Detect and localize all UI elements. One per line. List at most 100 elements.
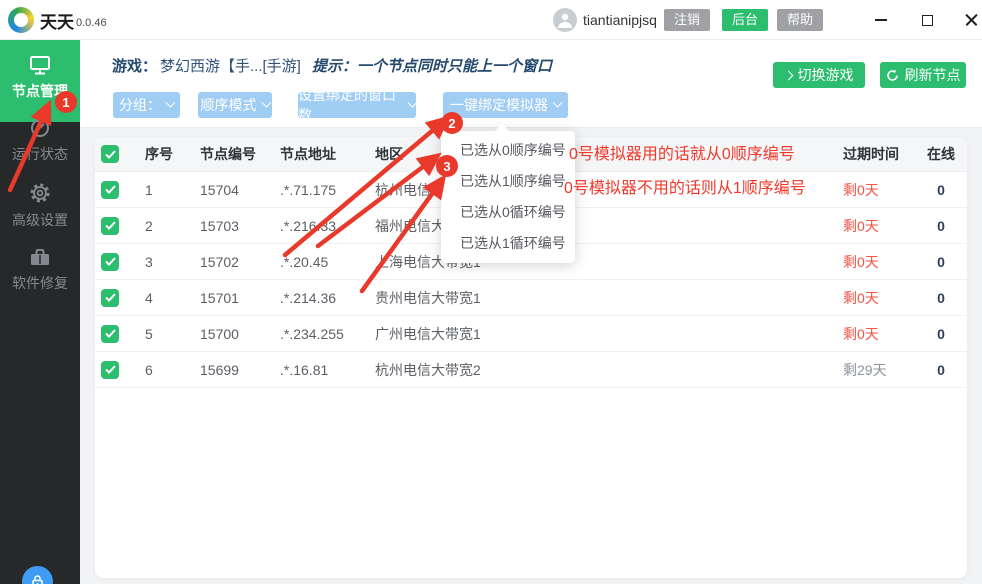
sidebar-item-label: 高级设置: [12, 212, 68, 228]
main-header: 游戏： 梦幻西游【手...[手游] 提示：一个节点同时只能上一个窗口 分组： 顺…: [80, 40, 982, 128]
app-logo-icon: [8, 7, 34, 33]
chevron-right-icon: [783, 70, 793, 80]
header-seq: 序号: [145, 144, 200, 164]
logout-button[interactable]: 注销: [664, 9, 710, 31]
user-avatar-icon: [553, 8, 577, 32]
title-bar: 天天 0.0.46 tiantianipjsq 注销 后台 帮助: [0, 0, 982, 40]
header-node-addr: 节点地址: [280, 144, 375, 164]
cell-seq: 5: [145, 326, 200, 342]
cell-expire: 剩0天: [843, 216, 915, 236]
window-minimize-button[interactable]: [862, 0, 900, 40]
cell-node-id: 15702: [200, 254, 280, 270]
order-mode-label: 顺序模式: [201, 95, 257, 115]
gauge-icon: [30, 118, 50, 138]
cell-node-addr: .*.234.255: [280, 326, 375, 342]
tip-text: 提示：一个节点同时只能上一个窗口: [312, 55, 552, 76]
cell-online: 0: [915, 362, 967, 378]
cell-node-id: 15700: [200, 326, 280, 342]
row-checkbox[interactable]: [101, 325, 119, 343]
sidebar-item-label: 软件修复: [12, 275, 68, 291]
row-checkbox[interactable]: [101, 253, 119, 271]
cell-region: 广州电信大带宽1: [375, 324, 843, 344]
row-checkbox[interactable]: [101, 361, 119, 379]
chevron-down-icon: [166, 97, 176, 107]
cell-expire: 剩0天: [843, 180, 915, 200]
bind-emulator-dropdown-button[interactable]: 一键绑定模拟器: [443, 92, 568, 118]
bind-emulator-label: 一键绑定模拟器: [450, 95, 548, 115]
row-checkbox[interactable]: [101, 217, 119, 235]
dropdown-item-seq-from-1[interactable]: 已选从1顺序编号: [441, 166, 575, 197]
dropdown-item-loop-from-0[interactable]: 已选从0循环编号: [441, 197, 575, 228]
window-count-label: 设置绑定的窗口数: [298, 85, 403, 125]
lock-button[interactable]: [22, 566, 53, 584]
chevron-down-icon: [553, 97, 563, 107]
sidebar-item-advanced-settings[interactable]: 高级设置: [0, 182, 80, 230]
refresh-icon: [886, 69, 899, 82]
check-icon: [105, 185, 116, 194]
switch-game-label: 切换游戏: [798, 65, 854, 85]
row-checkbox[interactable]: [101, 181, 119, 199]
refresh-nodes-button[interactable]: 刷新节点: [880, 62, 966, 88]
cell-expire: 剩0天: [843, 324, 915, 344]
cell-node-addr: .*.16.81: [280, 362, 375, 378]
order-mode-dropdown-button[interactable]: 顺序模式: [198, 92, 272, 118]
check-icon: [105, 365, 116, 374]
cell-seq: 3: [145, 254, 200, 270]
cell-region: 杭州电信大带宽2: [375, 360, 843, 380]
switch-game-button[interactable]: 切换游戏: [773, 62, 865, 88]
window-count-dropdown-button[interactable]: 设置绑定的窗口数: [298, 92, 416, 118]
cell-seq: 4: [145, 290, 200, 306]
maximize-icon: [922, 15, 933, 26]
cell-node-addr: .*.214.36: [280, 290, 375, 306]
cell-region: 贵州电信大带宽1: [375, 288, 843, 308]
chevron-down-icon: [408, 97, 418, 107]
chevron-down-icon: [261, 97, 271, 107]
select-all-checkbox[interactable]: [101, 145, 119, 163]
check-icon: [105, 221, 116, 230]
check-icon: [105, 257, 116, 266]
row-checkbox[interactable]: [101, 289, 119, 307]
window-maximize-button[interactable]: [908, 0, 946, 40]
cell-seq: 2: [145, 218, 200, 234]
sidebar-item-software-repair[interactable]: 软件修复: [0, 247, 80, 293]
header-online: 在线: [915, 144, 967, 164]
game-label: 游戏：: [112, 55, 157, 76]
sidebar-item-label: 运行状态: [12, 146, 68, 162]
dropdown-item-seq-from-0[interactable]: 已选从0顺序编号: [441, 135, 575, 166]
sidebar-item-run-status[interactable]: 运行状态: [0, 118, 80, 164]
cell-node-id: 15701: [200, 290, 280, 306]
cell-online: 0: [915, 218, 967, 234]
cell-online: 0: [915, 254, 967, 270]
dropdown-item-loop-from-1[interactable]: 已选从1循环编号: [441, 228, 575, 259]
table-row[interactable]: 6 15699 .*.16.81 杭州电信大带宽2 剩29天 0: [95, 352, 967, 388]
help-button[interactable]: 帮助: [777, 9, 823, 31]
gear-icon: [29, 182, 51, 204]
step-badge-2: 2: [441, 112, 463, 134]
cell-node-addr: .*.216.33: [280, 218, 375, 234]
close-icon: [965, 14, 978, 27]
refresh-nodes-label: 刷新节点: [905, 65, 961, 85]
group-dropdown-label: 分组：: [119, 95, 161, 115]
backend-button[interactable]: 后台: [722, 9, 768, 31]
app-name: 天天: [40, 8, 74, 33]
header-expire: 过期时间: [843, 144, 915, 164]
cell-node-id: 15704: [200, 182, 280, 198]
header-node-id: 节点编号: [200, 144, 280, 164]
check-icon: [105, 329, 116, 338]
bind-emulator-dropdown-menu: 已选从0顺序编号 已选从1顺序编号 已选从0循环编号 已选从1循环编号: [441, 131, 575, 263]
group-dropdown-button[interactable]: 分组：: [113, 92, 180, 118]
window-close-button[interactable]: [952, 0, 982, 40]
cell-seq: 6: [145, 362, 200, 378]
cell-node-addr: .*.71.175: [280, 182, 375, 198]
monitor-icon: [29, 55, 51, 75]
sidebar: 节点管理 运行状态 高级设置 软件修复: [0, 40, 80, 584]
username-label: tiantianipjsq: [583, 12, 657, 28]
step-badge-1: 1: [55, 91, 77, 113]
minimize-icon: [875, 19, 887, 21]
table-row[interactable]: 4 15701 .*.214.36 贵州电信大带宽1 剩0天 0: [95, 280, 967, 316]
app-version: 0.0.46: [76, 17, 107, 29]
annotation-note-2: 0号模拟器不用的话则从1顺序编号: [564, 174, 806, 198]
table-row[interactable]: 5 15700 .*.234.255 广州电信大带宽1 剩0天 0: [95, 316, 967, 352]
cell-online: 0: [915, 290, 967, 306]
cell-online: 0: [915, 326, 967, 342]
